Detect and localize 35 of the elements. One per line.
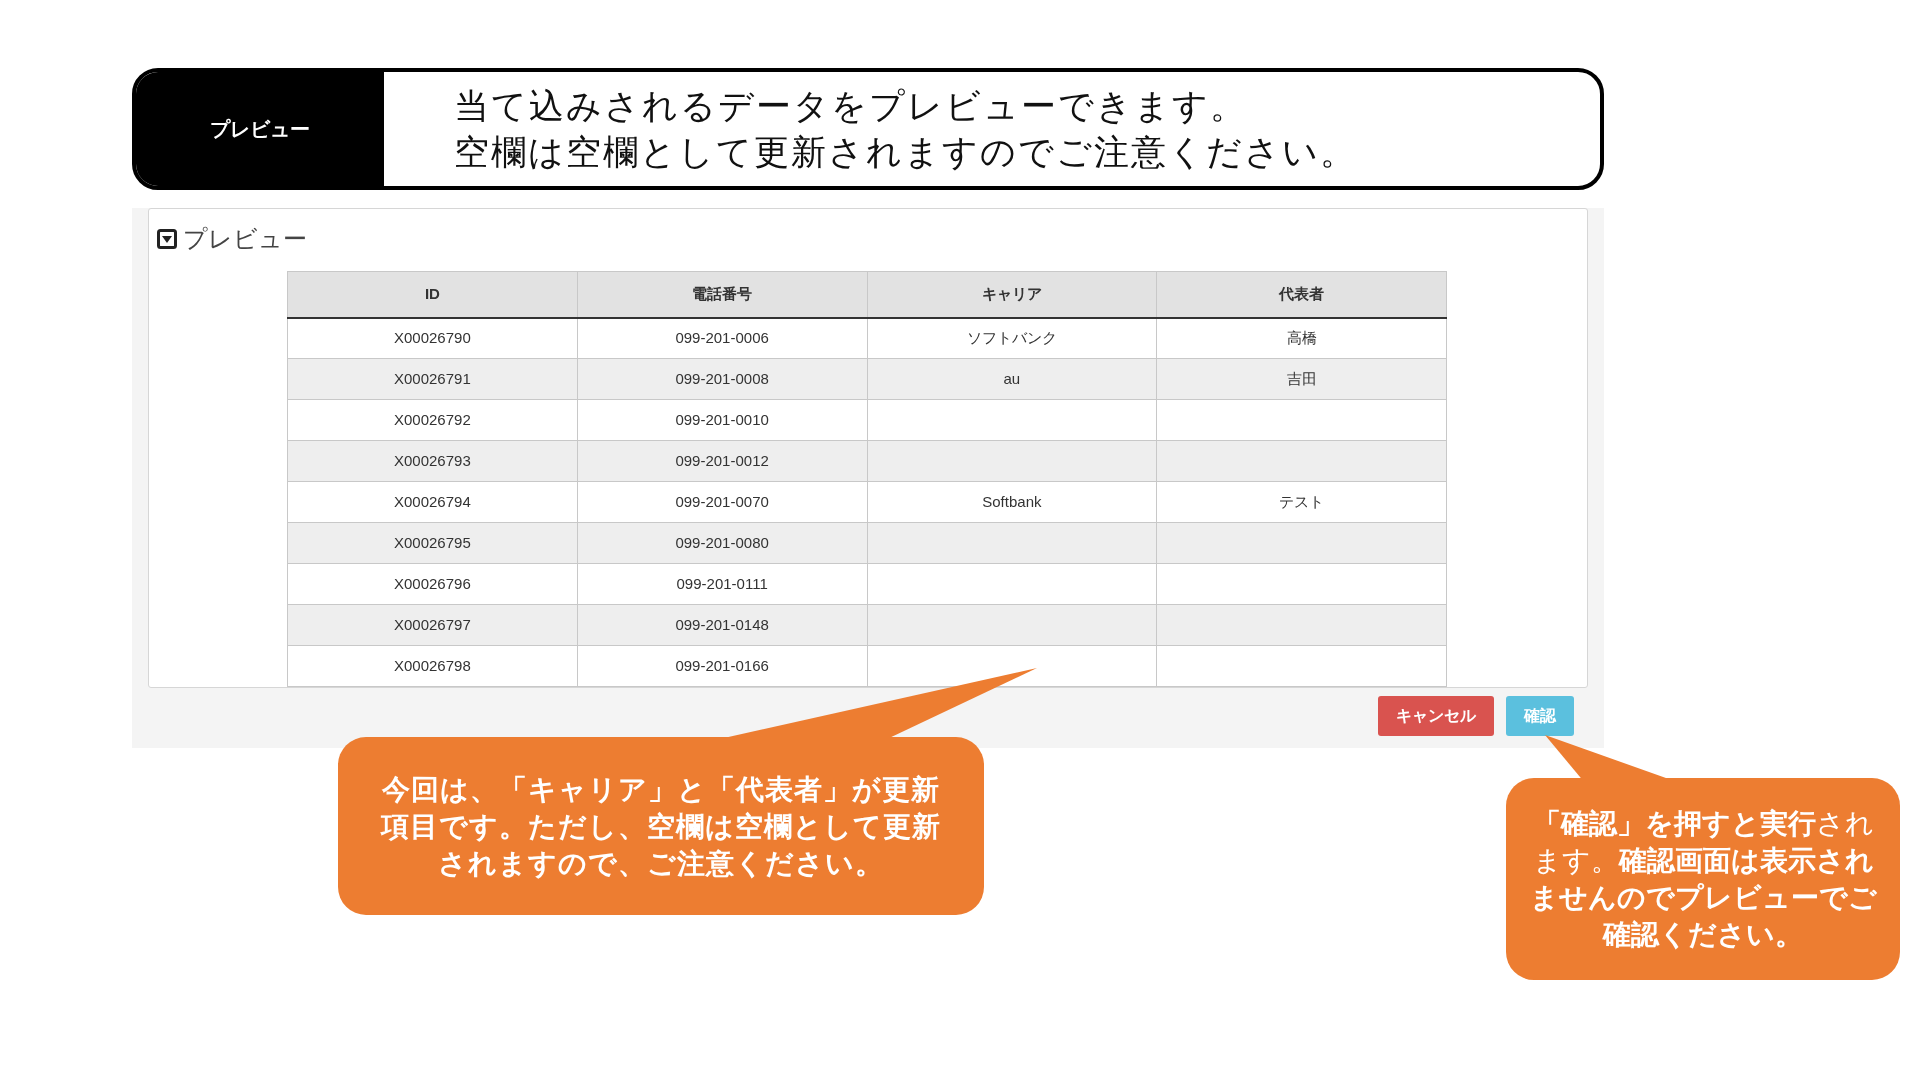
column-header: 代表者 — [1156, 271, 1447, 318]
table-cell: 099-201-0010 — [577, 399, 867, 441]
cancel-button[interactable]: キャンセル — [1378, 696, 1494, 736]
table-cell: 099-201-0006 — [577, 317, 867, 359]
banner-text: 空欄は空欄として更新されますのでご注意ください。 — [454, 131, 1357, 173]
table-cell: X00026796 — [287, 563, 578, 605]
table-cell: 099-201-0070 — [577, 481, 867, 523]
table-cell: 099-201-0008 — [577, 358, 867, 400]
panel-title: プレビュー — [183, 224, 307, 254]
table-cell: X00026795 — [287, 522, 578, 564]
collapse-toggle-icon[interactable] — [157, 229, 177, 249]
table-cell: テスト — [1156, 481, 1447, 523]
column-header: 電話番号 — [577, 271, 867, 318]
table-cell: X00026797 — [287, 604, 578, 646]
table-cell: X00026793 — [287, 440, 578, 482]
table-cell: Softbank — [867, 481, 1157, 523]
table-cell: 099-201-0111 — [577, 563, 867, 605]
table-cell: 099-201-0012 — [577, 440, 867, 482]
table-cell: 099-201-0166 — [577, 645, 867, 687]
confirm-button[interactable]: 確認 — [1506, 696, 1574, 736]
table-cell: X00026794 — [287, 481, 578, 523]
table-cell: X00026791 — [287, 358, 578, 400]
table-cell: X00026798 — [287, 645, 578, 687]
banner-label: プレビュー — [136, 72, 384, 186]
column-header: ID — [287, 271, 578, 318]
table-cell: X00026792 — [287, 399, 578, 441]
table-cell: 099-201-0148 — [577, 604, 867, 646]
table-cell: 高橋 — [1156, 317, 1447, 359]
table-cell: X00026790 — [287, 317, 578, 359]
table-cell: 099-201-0080 — [577, 522, 867, 564]
banner-text: 当て込みされるデータをプレビューできます。 — [454, 85, 1248, 127]
table-cell: ソフトバンク — [867, 317, 1157, 359]
table-cell: 吉田 — [1156, 358, 1447, 400]
table-cell: au — [867, 358, 1157, 400]
column-header: キャリア — [867, 271, 1157, 318]
